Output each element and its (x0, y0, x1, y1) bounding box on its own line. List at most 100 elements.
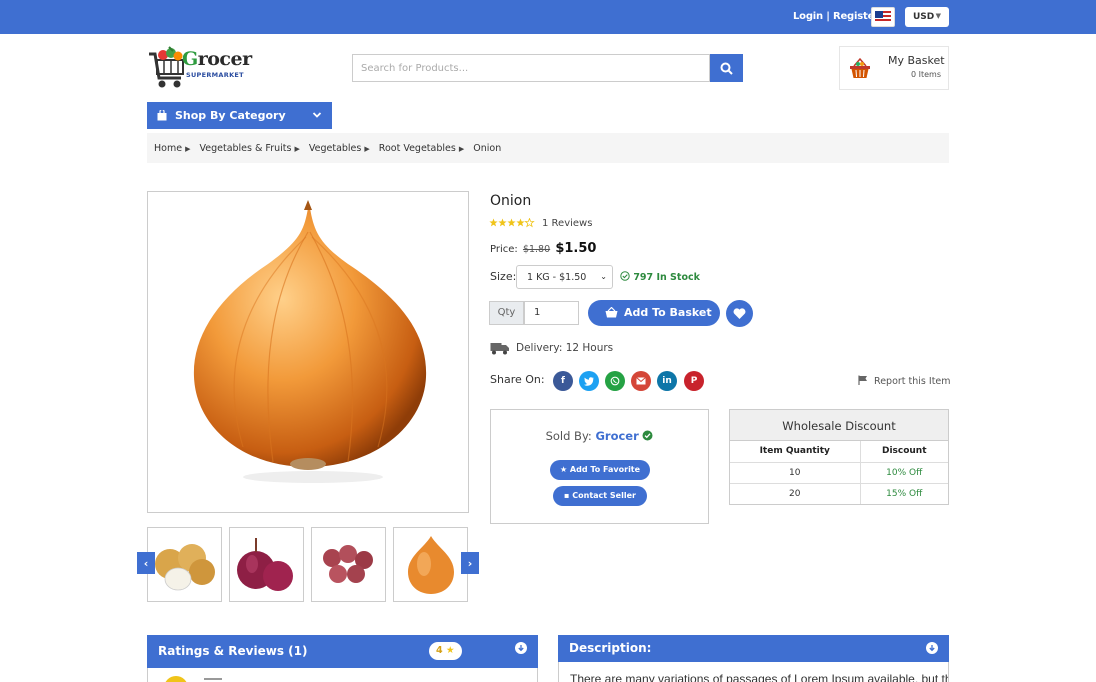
seller-box: Sold By: Grocer ★ Add To Favorite ▪ Cont… (490, 409, 709, 524)
table-cell: 10% Off (860, 461, 948, 483)
caret-right-icon: ▶ (364, 145, 370, 153)
flag-icon (858, 375, 867, 385)
collapse-toggle-icon[interactable] (926, 642, 938, 654)
facebook-share-icon[interactable]: f (553, 371, 573, 391)
basket-count: 0 Items (910, 70, 941, 79)
currency-value: USD (913, 12, 935, 22)
top-bar: Login | Register USD ▼ (0, 0, 1096, 34)
onion-group-image (155, 544, 215, 591)
breadcrumb-vegetables[interactable]: Vegetables (309, 143, 362, 154)
add-to-favorite-button[interactable]: ★ Add To Favorite (550, 460, 650, 480)
onion-image (193, 200, 427, 483)
check-circle-icon (620, 271, 630, 281)
description-header[interactable]: Description: (558, 635, 949, 662)
wholesale-title: Wholesale Discount (730, 410, 948, 441)
pinterest-share-icon[interactable]: P (684, 371, 704, 391)
reviewer-name-placeholder (204, 678, 222, 680)
red-onion-image (237, 538, 293, 591)
thumbnail-3[interactable] (311, 527, 386, 602)
thumbnail-2[interactable] (229, 527, 304, 602)
table-header-row: Item Quantity Discount (730, 441, 948, 462)
site-logo[interactable]: Grocer SUPERMARKET (147, 44, 257, 92)
contact-seller-button[interactable]: ▪ Contact Seller (553, 486, 647, 506)
breadcrumb: Home ▶ Vegetables & Fruits ▶ Vegetables ▶ R… (147, 133, 949, 163)
avatar (164, 676, 188, 682)
thumbnail-next-button[interactable]: › (461, 552, 479, 574)
collapse-toggle-icon[interactable] (515, 642, 527, 654)
chevron-right-icon: › (467, 556, 473, 570)
qty-input[interactable]: 1 (524, 301, 579, 325)
caret-right-icon: ▶ (294, 145, 300, 153)
email-share-icon[interactable] (631, 371, 651, 391)
table-cell: 15% Off (860, 482, 948, 504)
shallots-image (323, 545, 373, 583)
linkedin-share-icon[interactable]: in (657, 371, 677, 391)
table-row: 10 10% Off (730, 461, 948, 483)
basket-title: My Basket (888, 54, 945, 67)
thumbnail-1[interactable] (147, 527, 222, 602)
whatsapp-share-icon[interactable] (605, 371, 625, 391)
ratings-reviews-title: Ratings & Reviews (1) (158, 644, 308, 658)
search-button[interactable] (710, 54, 743, 82)
caret-right-icon: ▶ (458, 145, 465, 153)
star-icon: ★ (445, 645, 455, 656)
product-title: Onion (490, 193, 532, 209)
verified-icon (642, 430, 653, 441)
my-basket[interactable]: My Basket 0 Items (839, 46, 949, 90)
stock-status: 797 In Stock (620, 271, 700, 283)
size-label: Size: (490, 270, 517, 283)
wholesale-discount-table: Wholesale Discount Item Quantity Discoun… (729, 409, 949, 505)
search-input[interactable] (352, 54, 710, 82)
add-to-basket-label: Add To Basket (624, 306, 712, 319)
description-text: There are many variations of passages of… (570, 672, 949, 682)
logo-subtitle: SUPERMARKET (186, 71, 244, 79)
ratings-reviews-body (147, 668, 538, 682)
report-item-link[interactable]: Report this Item (858, 375, 951, 387)
breadcrumb-vegetables-fruits[interactable]: Vegetables & Fruits (199, 143, 291, 154)
share-label: Share On: (490, 373, 545, 386)
size-selected-value: 1 KG - $1.50 (527, 272, 587, 283)
column-header: Discount (881, 446, 927, 457)
size-select[interactable]: 1 KG - $1.50 ⌄ (516, 265, 613, 289)
basket-icon (605, 307, 618, 318)
description-title: Description: (569, 641, 652, 655)
description-body: There are many variations of passages of… (558, 662, 949, 682)
breadcrumb-root-vegetables[interactable]: Root Vegetables (379, 143, 456, 154)
price-label: Price: (490, 244, 518, 255)
chevron-down-icon: ▼ (935, 12, 941, 20)
thumbnail-4[interactable] (393, 527, 468, 602)
delivery-truck-icon (490, 343, 509, 355)
seller-name-link[interactable]: Grocer (595, 429, 638, 443)
wishlist-button[interactable] (726, 300, 753, 327)
old-price: $1.80 (522, 244, 551, 255)
current-price: $1.50 (555, 241, 597, 256)
currency-select[interactable]: USD ▼ (905, 7, 949, 27)
ratings-reviews-header[interactable]: Ratings & Reviews (1) 4 ★ (147, 635, 538, 668)
qty-label: Qty (489, 301, 524, 325)
login-register-link[interactable]: Login | Register (793, 11, 879, 22)
thumbnail-strip (147, 527, 469, 602)
onion-thumb-image (408, 536, 454, 594)
rating-badge: 4 ★ (429, 642, 462, 660)
review-count-link[interactable]: 1 Reviews (542, 218, 592, 229)
shop-by-category-button[interactable]: Shop By Category (147, 102, 332, 129)
caret-right-icon: ▶ (185, 145, 191, 153)
sold-by: Sold By: Grocer (491, 429, 708, 443)
shopping-bag-icon (157, 110, 167, 121)
table-cell: 20 (730, 482, 861, 504)
basket-icon (850, 57, 870, 78)
column-header: Item Quantity (730, 441, 861, 462)
search-bar (352, 54, 743, 82)
breadcrumb-home[interactable]: Home (154, 143, 182, 154)
table-cell: 10 (730, 461, 861, 483)
thumbnail-prev-button[interactable]: ‹ (137, 552, 155, 574)
price-block: Price: $1.80 $1.50 (490, 241, 596, 256)
chevron-down-icon: ⌄ (600, 272, 607, 281)
heart-icon (733, 307, 746, 319)
twitter-share-icon[interactable] (579, 371, 599, 391)
us-flag-icon[interactable] (871, 7, 895, 27)
chevron-down-icon (312, 112, 322, 118)
add-to-basket-button[interactable]: Add To Basket (588, 300, 720, 326)
product-main-image[interactable] (147, 191, 469, 513)
rating-stars (489, 218, 535, 228)
